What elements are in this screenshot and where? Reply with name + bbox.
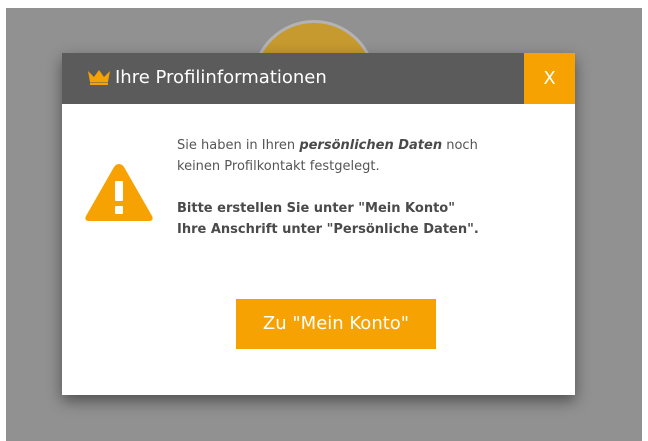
emphasis-link-text: persönlichen Daten bbox=[299, 138, 443, 153]
close-button[interactable]: X bbox=[524, 53, 575, 104]
dialog-message: Sie haben in Ihren persönlichen Daten no… bbox=[177, 135, 562, 240]
dialog-title: Ihre Profilinformationen bbox=[115, 67, 327, 88]
crown-icon bbox=[88, 70, 110, 85]
instruction-line-2: Ihre Anschrift unter "Persönliche Daten"… bbox=[177, 222, 479, 237]
message-line-2: keinen Profilkontakt festgelegt. bbox=[177, 159, 380, 174]
dialog-header: Ihre Profilinformationen X bbox=[62, 53, 575, 104]
message-line-1: Sie haben in Ihren persönlichen Daten no… bbox=[177, 138, 478, 153]
go-to-my-account-button[interactable]: Zu "Mein Konto" bbox=[236, 299, 436, 349]
warning-icon bbox=[85, 164, 153, 221]
instruction-line-1: Bitte erstellen Sie unter "Mein Konto" bbox=[177, 201, 455, 216]
page-overlay: Ihre Profilinformationen X Sie haben in … bbox=[6, 8, 642, 441]
profile-info-dialog: Ihre Profilinformationen X Sie haben in … bbox=[62, 53, 575, 395]
